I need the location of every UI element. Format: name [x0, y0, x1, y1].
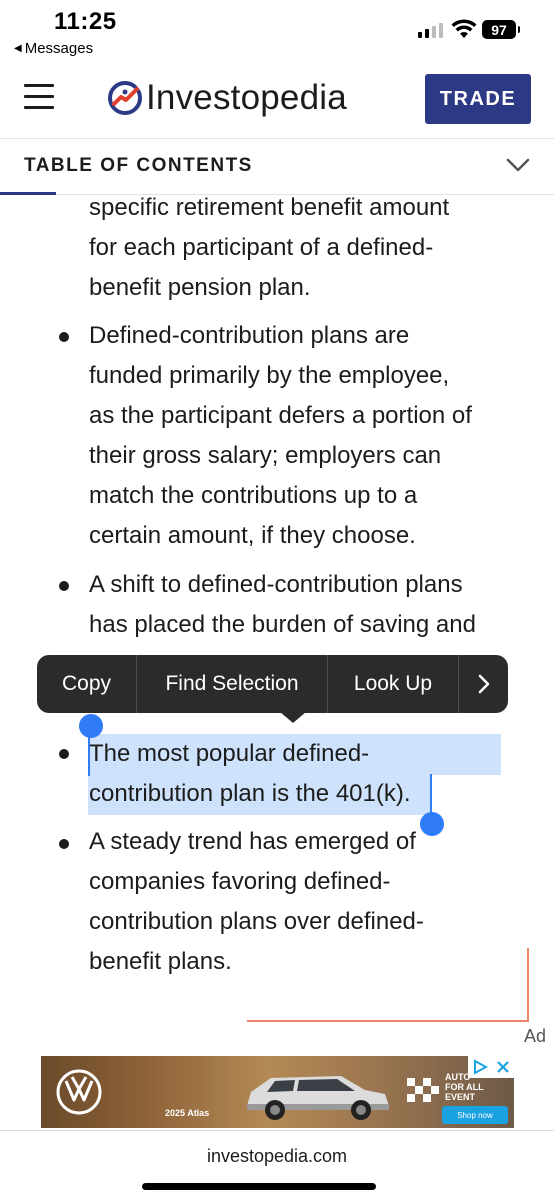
bullet-marker	[59, 332, 69, 342]
article-line: certain amount, if they choose.	[89, 522, 416, 549]
ad-label: Ad	[524, 1026, 547, 1046]
checkered-flag-icon	[407, 1078, 439, 1102]
cellular-signal-icon	[418, 22, 443, 38]
more-options-chevron-icon[interactable]	[459, 655, 508, 713]
bullet-marker	[59, 581, 69, 591]
article-line: A steady trend has emerged of	[89, 828, 416, 855]
look-up-menu-item[interactable]: Look Up	[328, 655, 459, 713]
ad-car-name: 2025 Atlas	[165, 1108, 210, 1118]
battery-indicator: 97	[482, 20, 520, 39]
trade-button[interactable]: TRADE	[425, 74, 531, 124]
back-app-label: Messages	[24, 40, 94, 57]
site-header: Investopedia TRADE	[0, 62, 554, 138]
url-text[interactable]: investopedia.com	[0, 1146, 554, 1167]
selection-start-caret	[88, 732, 90, 776]
article-line: specific retirement benefit amount	[89, 194, 450, 221]
context-menu-pointer	[280, 712, 306, 723]
back-to-app-link[interactable]: ◀ Messages	[14, 40, 93, 57]
article-line: for each participant of a defined-	[89, 234, 434, 261]
menu-icon[interactable]	[24, 84, 54, 110]
find-selection-menu-item[interactable]: Find Selection	[137, 655, 328, 713]
selection-start-handle[interactable]	[79, 714, 103, 738]
copy-menu-item[interactable]: Copy	[37, 655, 137, 713]
article-line: benefit pension plan.	[89, 274, 311, 301]
toc-progress-indicator	[0, 192, 56, 195]
close-icon[interactable]	[495, 1059, 511, 1075]
investopedia-logo[interactable]: Investopedia	[108, 76, 347, 120]
vw-logo-icon	[56, 1069, 102, 1115]
text-selection-context-menu: Copy Find Selection Look Up	[37, 655, 508, 713]
article-line: companies favoring defined-	[89, 868, 391, 895]
article-line: benefit plans.	[89, 948, 232, 975]
ad-divider	[527, 948, 529, 1022]
ad-choices[interactable]	[468, 1056, 514, 1078]
wifi-icon	[451, 19, 477, 38]
selected-article-line[interactable]: contribution plan is the 401(k).	[89, 774, 509, 814]
article-line: as the participant defers a portion of	[89, 402, 472, 429]
article-line: A shift to defined-contribution plans	[89, 571, 463, 598]
logo-mark-icon	[108, 81, 142, 115]
toc-label: TABLE OF CONTENTS	[24, 155, 253, 176]
article-line: contribution plans over defined-	[89, 908, 424, 935]
shop-now-button[interactable]: Shop now	[442, 1106, 508, 1124]
selected-article-line[interactable]: The most popular defined-	[89, 734, 509, 774]
article-line: Defined-contribution plans are	[89, 322, 410, 349]
article-line: match the contributions up to a	[89, 482, 418, 509]
home-indicator[interactable]	[142, 1183, 376, 1190]
adchoices-icon[interactable]	[472, 1059, 488, 1075]
suv-image	[247, 1076, 389, 1120]
logo-text: Investopedia	[146, 78, 347, 117]
table-of-contents-bar[interactable]: TABLE OF CONTENTS	[0, 138, 554, 195]
article-line: has placed the burden of saving and	[89, 611, 476, 638]
chevron-down-icon[interactable]	[506, 157, 530, 173]
selection-end-handle[interactable]	[420, 812, 444, 836]
clock: 11:25	[54, 8, 117, 35]
bullet-marker	[59, 749, 69, 759]
article-line: their gross salary; employers can	[89, 442, 442, 469]
bullet-marker	[59, 839, 69, 849]
article-line: funded primarily by the employee,	[89, 362, 450, 389]
status-bar: 11:25 ◀ Messages 97	[0, 0, 554, 62]
ad-divider	[247, 1020, 529, 1022]
advertisement-banner[interactable]: 2025 Atlas AUTO FOR ALL EVENT Shop now	[41, 1056, 514, 1128]
back-triangle-icon: ◀	[14, 43, 22, 54]
